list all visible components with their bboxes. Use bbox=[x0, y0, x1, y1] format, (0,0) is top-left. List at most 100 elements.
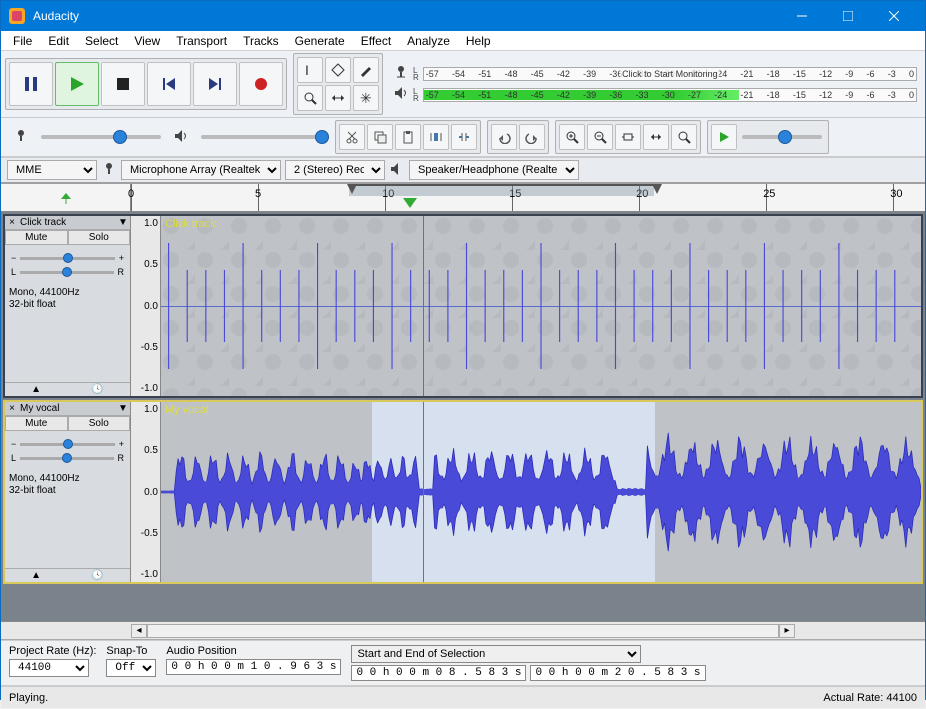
skip-start-button[interactable] bbox=[147, 62, 191, 106]
collapse-button[interactable]: ▲ bbox=[31, 570, 41, 581]
maximize-button[interactable] bbox=[825, 1, 871, 31]
selection-start-field[interactable]: 0 0 h 0 0 m 0 8 . 5 8 3 s bbox=[351, 665, 526, 681]
undo-button[interactable] bbox=[491, 124, 517, 150]
track-close-button[interactable]: × bbox=[6, 403, 18, 414]
status-bar: Playing. Actual Rate: 44100 bbox=[1, 686, 925, 708]
window-title: Audacity bbox=[33, 9, 779, 23]
zoom-tool[interactable] bbox=[297, 85, 323, 111]
record-button[interactable] bbox=[239, 62, 283, 106]
stop-button[interactable] bbox=[101, 62, 145, 106]
solo-button[interactable]: Solo bbox=[68, 416, 131, 431]
zoom-toggle-button[interactable] bbox=[671, 124, 697, 150]
waveform-click-track[interactable]: Click track bbox=[161, 216, 921, 396]
project-rate-select[interactable]: 44100 bbox=[9, 659, 89, 677]
snap-to-select[interactable]: Off bbox=[106, 659, 156, 677]
mic-icon[interactable] bbox=[393, 64, 409, 83]
zoom-out-button[interactable] bbox=[587, 124, 613, 150]
audio-position-field[interactable]: 0 0 h 0 0 m 1 0 . 9 6 3 s bbox=[166, 659, 341, 675]
track-close-button[interactable]: × bbox=[6, 217, 18, 228]
menu-transport[interactable]: Transport bbox=[168, 32, 235, 50]
draw-tool[interactable] bbox=[353, 57, 379, 83]
vertical-scale[interactable]: 1.0 0.5 0.0 -0.5 -1.0 bbox=[131, 216, 161, 396]
vertical-scale[interactable]: 1.0 0.5 0.0 -0.5 -1.0 bbox=[131, 402, 161, 582]
waveform-vocal-track[interactable]: My vocal bbox=[161, 402, 921, 582]
cut-button[interactable] bbox=[339, 124, 365, 150]
timeshift-tool[interactable] bbox=[325, 85, 351, 111]
scrollbar-track[interactable] bbox=[147, 624, 779, 638]
pan-slider[interactable] bbox=[20, 457, 113, 460]
solo-button[interactable]: Solo bbox=[68, 230, 131, 245]
pan-slider[interactable] bbox=[20, 271, 113, 274]
paste-button[interactable] bbox=[395, 124, 421, 150]
selection-end-field[interactable]: 0 0 h 0 0 m 2 0 . 5 8 3 s bbox=[530, 665, 705, 681]
play-lr-label: LR bbox=[413, 88, 419, 102]
scroll-left-button[interactable]: ◂ bbox=[131, 624, 147, 638]
ruler-pin-area[interactable] bbox=[1, 184, 131, 211]
menu-file[interactable]: File bbox=[5, 32, 40, 50]
skip-end-button[interactable] bbox=[193, 62, 237, 106]
edit-toolbar bbox=[335, 120, 481, 154]
track-control-panel[interactable]: × My vocal ▼ Mute Solo −+ LR Mono, 44100… bbox=[5, 402, 131, 582]
track-name[interactable]: Click track bbox=[18, 217, 117, 228]
device-toolbar: MME Microphone Array (Realtek 2 (Stereo)… bbox=[1, 157, 925, 183]
loop-region[interactable] bbox=[349, 184, 654, 196]
loop-start-handle[interactable] bbox=[347, 184, 357, 194]
scroll-right-button[interactable]: ▸ bbox=[779, 624, 795, 638]
loop-end-handle[interactable] bbox=[652, 184, 662, 194]
menu-effect[interactable]: Effect bbox=[353, 32, 399, 50]
track-menu-button[interactable]: ▼ bbox=[117, 403, 129, 414]
track-menu-button[interactable]: ▼ bbox=[117, 217, 129, 228]
track-sync-icon[interactable]: 🕓 bbox=[91, 384, 103, 395]
menu-select[interactable]: Select bbox=[77, 32, 126, 50]
audio-host-select[interactable]: MME bbox=[7, 160, 97, 180]
timeline-ruler[interactable]: 0 5 10 15 20 25 30 bbox=[1, 184, 925, 212]
horizontal-scrollbar[interactable]: ◂ ▸ bbox=[1, 622, 925, 640]
zoom-in-button[interactable] bbox=[559, 124, 585, 150]
silence-button[interactable] bbox=[451, 124, 477, 150]
minimize-button[interactable] bbox=[779, 1, 825, 31]
playhead-icon[interactable] bbox=[403, 198, 417, 208]
status-actual-rate: Actual Rate: 44100 bbox=[823, 692, 917, 704]
copy-button[interactable] bbox=[367, 124, 393, 150]
selection-mode-select[interactable]: Start and End of Selection bbox=[351, 645, 641, 663]
recording-device-select[interactable]: Microphone Array (Realtek bbox=[121, 160, 281, 180]
recording-channels-select[interactable]: 2 (Stereo) Recor bbox=[285, 160, 385, 180]
trim-button[interactable] bbox=[423, 124, 449, 150]
selection-tool[interactable]: I bbox=[297, 57, 323, 83]
menu-tracks[interactable]: Tracks bbox=[235, 32, 287, 50]
speaker-icon[interactable] bbox=[393, 85, 409, 104]
ruler-ticks[interactable]: 0 5 10 15 20 25 30 bbox=[131, 184, 925, 211]
mic-device-icon bbox=[101, 161, 117, 180]
mute-button[interactable]: Mute bbox=[5, 416, 68, 431]
fit-selection-button[interactable] bbox=[615, 124, 641, 150]
close-button[interactable] bbox=[871, 1, 917, 31]
recording-volume-slider[interactable] bbox=[41, 135, 161, 139]
fit-project-button[interactable] bbox=[643, 124, 669, 150]
track-name[interactable]: My vocal bbox=[18, 403, 117, 414]
menu-generate[interactable]: Generate bbox=[287, 32, 353, 50]
multi-tool[interactable]: ✳ bbox=[353, 85, 379, 111]
playback-volume-slider[interactable] bbox=[201, 135, 321, 139]
track-sync-icon[interactable]: 🕓 bbox=[91, 570, 103, 581]
menu-help[interactable]: Help bbox=[458, 32, 499, 50]
play-button[interactable] bbox=[55, 62, 99, 106]
gain-slider[interactable] bbox=[20, 443, 114, 446]
recording-meter[interactable]: -57-54-51-48-45-42-39-36-33-30-27-24-21-… bbox=[423, 67, 917, 81]
pinned-head-icon[interactable] bbox=[59, 191, 73, 205]
mute-button[interactable]: Mute bbox=[5, 230, 68, 245]
gain-slider[interactable] bbox=[20, 257, 114, 260]
collapse-button[interactable]: ▲ bbox=[31, 384, 41, 395]
envelope-tool[interactable] bbox=[325, 57, 351, 83]
menu-analyze[interactable]: Analyze bbox=[399, 32, 458, 50]
menu-view[interactable]: View bbox=[126, 32, 168, 50]
redo-button[interactable] bbox=[519, 124, 545, 150]
play-at-speed-button[interactable] bbox=[711, 124, 737, 150]
menu-edit[interactable]: Edit bbox=[40, 32, 77, 50]
playback-speed-slider[interactable] bbox=[742, 135, 822, 139]
monitor-text[interactable]: Click to Start Monitoring bbox=[620, 69, 720, 79]
track-control-panel[interactable]: × Click track ▼ Mute Solo −+ LR Mono, 44… bbox=[5, 216, 131, 396]
rec-lr-label: LR bbox=[413, 67, 419, 81]
playback-meter[interactable]: -57-54-51-48-45-42-39-36-33-30-27-24-21-… bbox=[423, 88, 917, 102]
pause-button[interactable] bbox=[9, 62, 53, 106]
playback-device-select[interactable]: Speaker/Headphone (Realte bbox=[409, 160, 579, 180]
